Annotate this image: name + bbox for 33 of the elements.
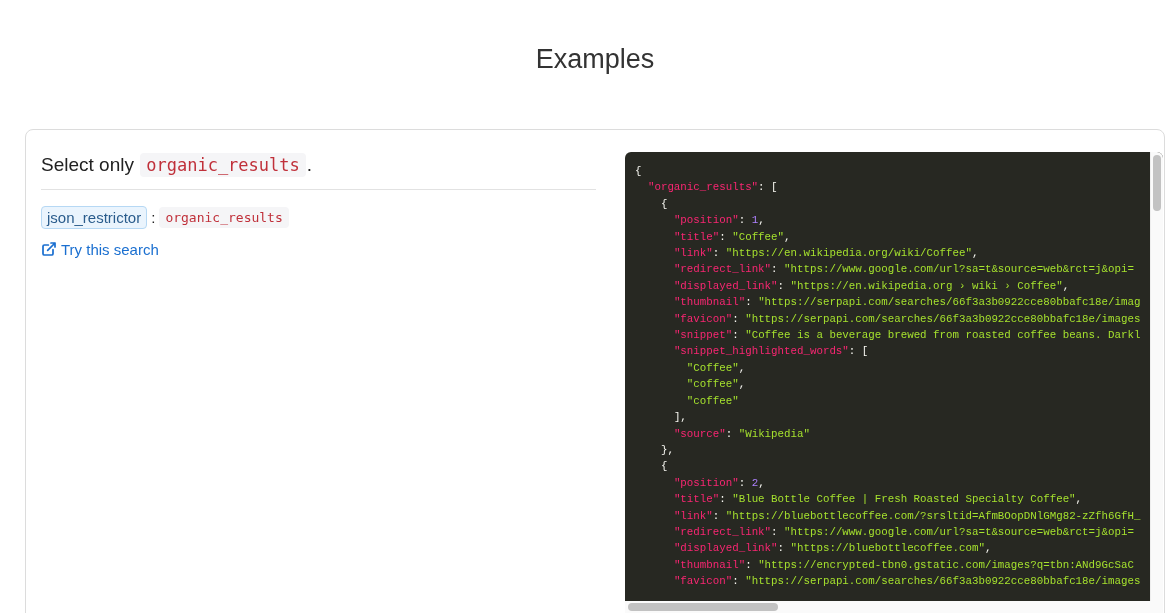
code-line: "organic_results": [ <box>647 180 778 196</box>
parameter-value: organic_results <box>159 206 289 228</box>
code-line: "favicon": "https://serpapi.com/searches/66f3a3b0922cce80bbafc18e/images <box>673 574 1141 590</box>
code-line: "title": "Blue Bottle Coffee | Fresh Roasted Specialty Coffee", <box>673 492 1083 508</box>
code-line: "redirect_link": "https://www.google.com/url?sa=t&source=web&rct=j&opi= <box>673 524 1134 540</box>
code-line: { <box>660 196 668 212</box>
code-line: "displayed_link": "https://bluebottlecoffee.com", <box>673 541 992 557</box>
code-line: "displayed_link": "https://en.wikipedia.org › wiki › Coffee", <box>673 278 1070 294</box>
code-line: "coffee", <box>686 377 746 393</box>
external-link-icon <box>41 241 57 258</box>
code-line: "source": "Wikipedia" <box>673 426 810 442</box>
code-line: { <box>660 459 668 475</box>
code-line: "link": "https://en.wikipedia.org/wiki/Coffee", <box>673 246 979 262</box>
code-line: "link": "https://bluebottlecoffee.com/?srsltid=AfmBOopDNlGMg82-zZfh6GfH_ <box>673 508 1141 524</box>
code-line: "title": "Coffee", <box>673 229 791 245</box>
code-line: "redirect_link": "https://www.google.com/url?sa=t&source=web&rct=j&opi= <box>673 262 1134 278</box>
code-line: "thumbnail": "https://serpapi.com/searches/66f3a3b0922cce80bbafc18e/imag <box>673 295 1141 311</box>
code-line: }, <box>660 442 674 458</box>
code-line: "position": 2, <box>673 475 765 491</box>
code-line: { <box>635 164 642 179</box>
code-line: "Coffee", <box>686 360 746 376</box>
code-line: "coffee" <box>686 393 739 409</box>
parameter-separator: : <box>151 208 156 226</box>
code-line: "thumbnail": "https://encrypted-tbn0.gstatic.com/images?q=tbn:ANd9GcSaC <box>673 557 1134 573</box>
code-line: "favicon": "https://serpapi.com/searches/66f3a3b0922cce80bbafc18e/images <box>673 311 1141 327</box>
code-line: ], <box>673 410 687 426</box>
try-search-link[interactable]: Try this search <box>41 240 159 258</box>
code-line: "snippet": "Coffee is a beverage brewed from roasted coffee beans. Darkl <box>673 328 1141 344</box>
section-heading: Examples <box>534 44 656 75</box>
example-description: Select only organic_results . <box>41 152 596 190</box>
parameter-name: json_restrictor <box>41 205 148 229</box>
code-line: "snippet_highlighted_words": [ <box>673 344 869 360</box>
code-line: "position": 1, <box>673 213 765 229</box>
